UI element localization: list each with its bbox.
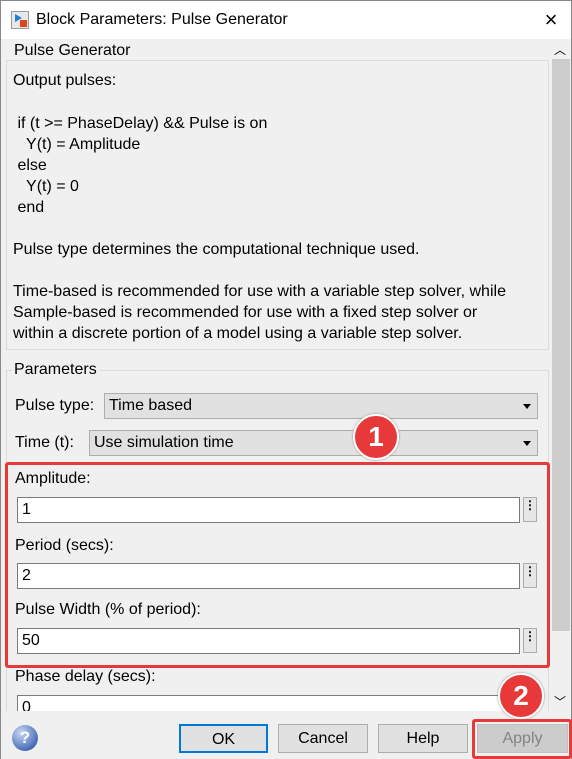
help-button[interactable]: Help [378,724,468,753]
time-label: Time (t): [15,434,74,451]
phase-delay-input[interactable]: 0 [17,695,520,711]
title-bar: Block Parameters: Pulse Generator × [1,1,571,39]
phase-delay-clip: 0 [1,695,549,711]
description-group-title: Pulse Generator [12,42,133,60]
phase-delay-label: Phase delay (secs): [15,668,156,685]
description-line: Y(t) = Amplitude [13,136,141,153]
description-line: Y(t) = 0 [13,178,79,195]
highlight-box-parameters [5,462,550,668]
pulse-type-label: Pulse type: [15,397,95,414]
pulse-type-dropdown[interactable]: Time based [104,393,538,419]
scroll-down-icon[interactable]: ﹀ [554,693,566,710]
annotation-badge-1: 1 [353,414,399,460]
description-line: else [13,157,47,174]
cancel-button[interactable]: Cancel [278,724,368,753]
ok-button[interactable]: OK [179,724,268,753]
help-icon[interactable]: ? [12,725,38,751]
dialog-window: Block Parameters: Pulse Generator × Puls… [0,0,572,759]
time-value: Use simulation time [94,434,234,451]
scroll-up-icon[interactable]: ︿ [554,41,566,58]
description-line: within a discrete portion of a model usi… [13,325,463,342]
chevron-down-icon [523,441,531,446]
description-line: Output pulses: [13,72,117,89]
chevron-down-icon [523,404,531,409]
description-line: Sample-based is recommended for use with… [13,304,478,321]
description-line: if (t >= PhaseDelay) && Pulse is on [13,115,268,132]
description-line: Time-based is recommended for use with a… [13,283,506,300]
simulink-block-icon [11,11,29,29]
scrollbar-thumb[interactable] [552,59,570,631]
highlight-box-apply [472,719,572,759]
description-line: end [13,199,45,216]
annotation-badge-2: 2 [498,673,544,719]
close-icon[interactable]: × [537,7,565,33]
pulse-type-value: Time based [109,397,192,414]
window-title: Block Parameters: Pulse Generator [36,11,288,28]
parameters-group-title: Parameters [12,361,99,379]
description-line: Pulse type determines the computational … [13,241,420,258]
time-dropdown[interactable]: Use simulation time [89,430,538,456]
